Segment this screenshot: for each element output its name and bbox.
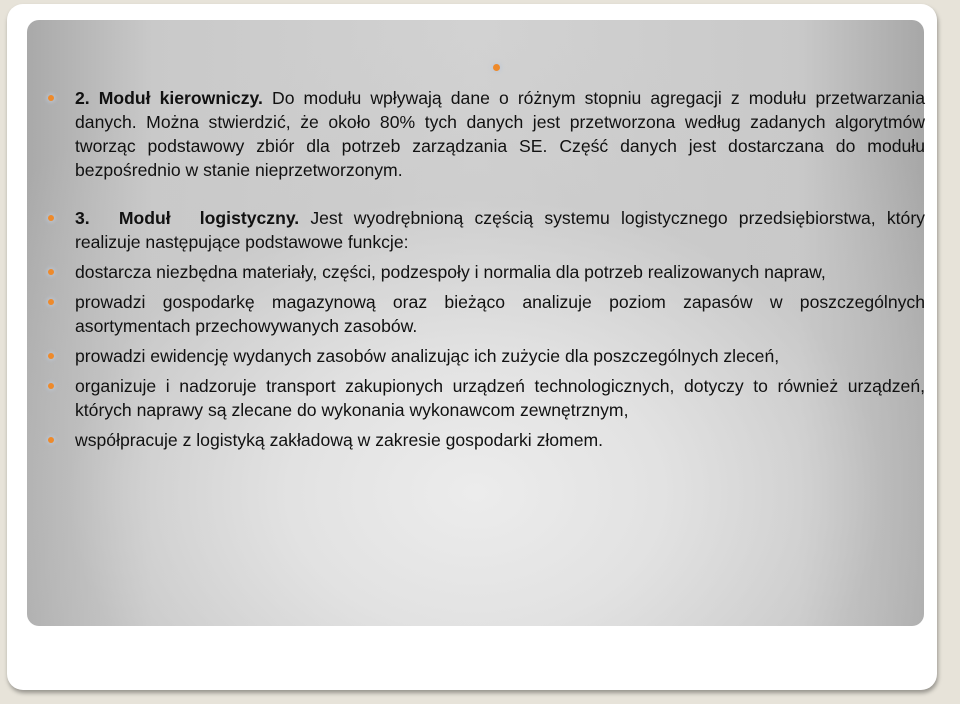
list-item-module-3: 3. Moduł logistyczny. Jest wyodrębnioną … <box>48 206 925 254</box>
bullet-list: 2. Moduł kierowniczy. Do modułu wpływają… <box>48 86 925 452</box>
item-text: prowadzi gospodarkę magazynową oraz bież… <box>75 292 925 336</box>
item-text: organizuje i nadzoruje transport zakupio… <box>75 376 925 420</box>
list-item: prowadzi ewidencję wydanych zasobów anal… <box>48 344 925 368</box>
list-item: organizuje i nadzoruje transport zakupio… <box>48 374 925 422</box>
item-text: współpracuje z logistyką zakładową w zak… <box>75 430 604 450</box>
item-text: prowadzi ewidencję wydanych zasobów anal… <box>75 346 780 366</box>
bullet-icon <box>48 269 54 275</box>
bullet-icon <box>48 299 54 305</box>
bullet-icon <box>48 383 54 389</box>
list-item: współpracuje z logistyką zakładową w zak… <box>48 428 925 452</box>
item-heading: 2. Moduł kierowniczy. <box>75 88 263 108</box>
bullet-icon <box>48 437 54 443</box>
list-item-module-2: 2. Moduł kierowniczy. Do modułu wpływają… <box>48 86 925 182</box>
empty-bullet-icon <box>493 64 500 71</box>
bullet-icon <box>48 353 54 359</box>
item-text: dostarcza niezbędna materiały, części, p… <box>75 262 826 282</box>
bullet-icon <box>48 95 54 101</box>
list-item: prowadzi gospodarkę magazynową oraz bież… <box>48 290 925 338</box>
item-heading: 3. Moduł logistyczny. <box>75 208 300 228</box>
list-item: dostarcza niezbędna materiały, części, p… <box>48 260 925 284</box>
bullet-icon <box>48 215 54 221</box>
